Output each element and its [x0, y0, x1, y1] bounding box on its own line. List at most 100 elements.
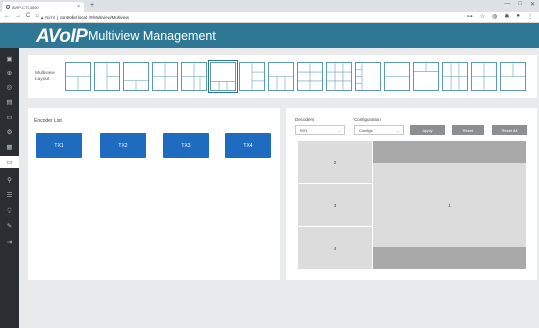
sidebar-item-logout[interactable]: ⇥	[0, 236, 19, 248]
decoder-panel: Decoders RX1 ⌄ Configuration Configs ⌄ A…	[286, 108, 537, 280]
layout-thumbnail	[269, 76, 293, 90]
browser-tab[interactable]: AVIP-CTL3000 ×	[2, 2, 84, 12]
videowall-icon: ▦	[6, 144, 13, 151]
close-tab-icon[interactable]: ×	[77, 4, 80, 10]
menu-icon[interactable]: ⋮	[527, 13, 533, 20]
key-icon[interactable]: ⊶	[467, 13, 473, 20]
layout-option-6-selected[interactable]	[208, 60, 238, 93]
layout-option-7[interactable]	[239, 62, 265, 91]
new-tab-button[interactable]: +	[90, 2, 94, 9]
sidebar-item-tools[interactable]: ✎	[0, 220, 19, 232]
multiview-icon: ▭	[6, 159, 13, 166]
sidebar-item-media[interactable]: ▤	[0, 96, 19, 108]
configuration-select-value: Configs	[359, 127, 373, 133]
maximize-icon[interactable]: □	[518, 1, 522, 8]
preview-letterbox-top	[373, 141, 526, 163]
window-number: 3	[333, 202, 337, 208]
encoder-tx2-button[interactable]: TX2	[100, 133, 146, 158]
layout-thumbnail	[472, 63, 496, 90]
preview-window-4[interactable]: 4	[298, 227, 373, 269]
monitor-icon: ▭	[6, 114, 13, 121]
list-icon: ☰	[6, 192, 13, 199]
security-warning[interactable]: ▲ Nicht	[40, 15, 55, 20]
layout-option-1[interactable]	[65, 62, 91, 91]
puzzle-icon[interactable]: ✱	[504, 13, 509, 20]
layout-option-13[interactable]	[413, 62, 439, 91]
sidebar-item-videowall[interactable]: ▦	[0, 141, 19, 153]
sidebar-item-user[interactable]: ⍜	[0, 205, 19, 217]
reset-all-button[interactable]: Reset All	[492, 125, 527, 135]
window-number: 1	[448, 202, 451, 208]
page-title: Multiview Management	[88, 29, 216, 43]
encoder-list-title: Encoder List	[34, 118, 62, 124]
layout-option-14[interactable]	[442, 62, 468, 91]
layout-option-16[interactable]	[500, 62, 526, 91]
preview-window-1[interactable]: 1	[373, 163, 526, 247]
reload-icon[interactable]: C	[26, 13, 30, 19]
preview-window-3[interactable]: 3	[298, 184, 373, 227]
encoder-tx3-button[interactable]: TX3	[163, 133, 209, 158]
minimize-icon[interactable]: —	[504, 1, 510, 8]
back-icon[interactable]: ←	[4, 13, 10, 19]
layout-option-15[interactable]	[471, 62, 497, 91]
layout-option-3[interactable]	[123, 62, 149, 91]
layout-thumbnail	[106, 63, 119, 90]
window-number: 2	[333, 159, 337, 165]
sidebar-item-add[interactable]: ⊕	[0, 67, 19, 79]
decoder-select[interactable]: RX1 ⌄	[295, 125, 345, 135]
address-bar: ← → C ⌂ ▲ Nicht | controller.local/#/Mul…	[0, 12, 539, 23]
chevron-down-icon: ⌄	[396, 128, 400, 133]
encoder-tx4-button[interactable]: TX4	[225, 133, 271, 158]
layout-option-12[interactable]	[384, 62, 410, 91]
sidebar-item-devices[interactable]: ◎	[0, 81, 19, 93]
layout-thumbnail	[66, 76, 90, 90]
layout-thumbnail	[124, 80, 148, 90]
browser-tab-bar: AVIP-CTL3000 × + — □ ✕	[0, 0, 539, 12]
layout-thumbnail	[327, 63, 351, 90]
window-controls: — □ ✕	[504, 1, 535, 8]
layout-option-9[interactable]	[297, 62, 323, 91]
url-host: controller.local	[59, 15, 87, 20]
encoder-list-panel: Encoder List TX1 TX2 TX3 TX4	[28, 108, 280, 280]
layout-option-11[interactable]	[355, 62, 381, 91]
home-icon[interactable]: ⌂	[35, 13, 39, 19]
forward-icon[interactable]: →	[15, 13, 21, 19]
extension-icons: ⊶ ☆ ◍ ✱ ● ⋮	[467, 13, 533, 20]
multiview-layout-label: Multiview Layout	[35, 71, 55, 82]
decoders-label: Decoders	[295, 117, 315, 122]
close-window-icon[interactable]: ✕	[530, 1, 535, 8]
extension-icon[interactable]: ◍	[492, 13, 497, 20]
gear-icon: ⚙	[6, 129, 13, 136]
sidebar-item-search[interactable]: ⚲	[0, 174, 19, 186]
apply-button[interactable]: Apply	[410, 125, 445, 135]
layout-option-5[interactable]	[181, 62, 207, 91]
dashboard-icon: ▣	[6, 56, 13, 63]
layout-thumbnail	[356, 63, 363, 90]
layout-option-10[interactable]	[326, 62, 352, 91]
layout-option-2[interactable]	[94, 62, 120, 91]
devices-icon: ◎	[6, 84, 13, 91]
layout-option-4[interactable]	[152, 62, 178, 91]
sidebar-item-multiview[interactable]: ▭	[0, 156, 19, 168]
layout-thumbnail	[211, 81, 235, 90]
layout-thumbnail	[385, 76, 409, 77]
encoder-tx1-button[interactable]: TX1	[36, 133, 82, 158]
bookmark-star-icon[interactable]: ☆	[480, 13, 485, 20]
profile-avatar[interactable]: ●	[516, 13, 520, 20]
sidebar-item-list[interactable]: ☰	[0, 189, 19, 201]
wrench-icon: ✎	[6, 223, 13, 230]
sidebar-item-settings[interactable]: ⚙	[0, 126, 19, 138]
app-header: AVoIP Multiview Management	[0, 23, 539, 48]
layout-thumbnail	[298, 63, 322, 90]
favicon-icon	[6, 5, 10, 9]
preview-window-2[interactable]: 2	[298, 141, 373, 184]
layout-option-8[interactable]	[268, 62, 294, 91]
reset-button[interactable]: Reset	[452, 125, 484, 135]
sidebar-item-display[interactable]: ▭	[0, 111, 19, 123]
configuration-select[interactable]: Configs ⌄	[354, 125, 404, 135]
multiview-preview: 2 3 4 1	[298, 141, 526, 269]
layout-thumbnail	[251, 63, 264, 90]
decoder-select-value: RX1	[300, 127, 308, 133]
sidebar-item-dashboard[interactable]: ▣	[0, 53, 19, 65]
url-field[interactable]: ▲ Nicht | controller.local/#/Multiview/M…	[40, 14, 129, 21]
